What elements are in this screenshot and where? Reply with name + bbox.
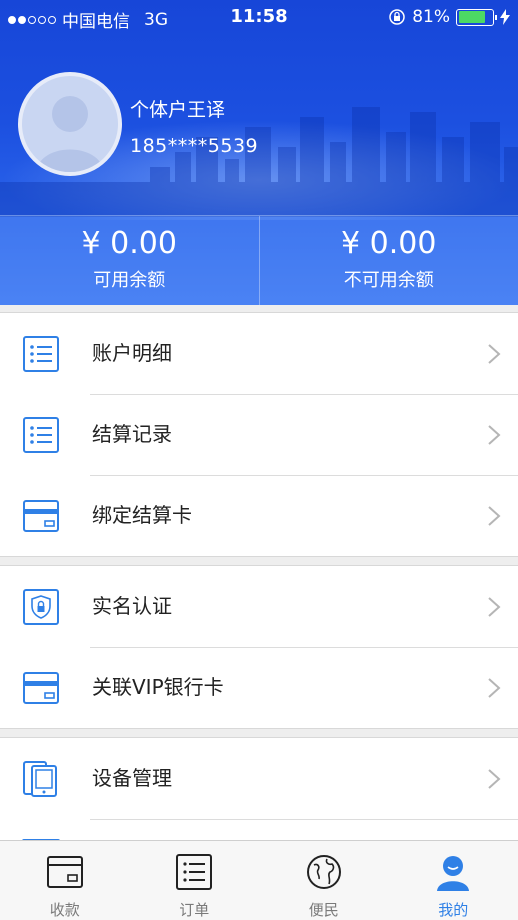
chevron-right-icon bbox=[488, 506, 501, 526]
shield-lock-icon bbox=[23, 589, 59, 625]
menu-item-label: 实名认证 bbox=[92, 594, 172, 618]
available-balance[interactable]: ¥ 0.00 可用余额 bbox=[0, 216, 259, 305]
list-doc-icon bbox=[176, 854, 213, 890]
chevron-right-icon bbox=[488, 678, 501, 698]
tab-mine[interactable]: 我的 bbox=[389, 841, 518, 920]
device-icon bbox=[23, 761, 57, 797]
tab-label: 订单 bbox=[179, 901, 210, 919]
list-icon bbox=[23, 417, 59, 453]
chevron-right-icon bbox=[488, 425, 501, 445]
menu-item-device-management[interactable]: 设备管理 bbox=[0, 738, 518, 819]
avatar[interactable] bbox=[18, 72, 122, 176]
menu-group-devices: 设备管理 bbox=[0, 737, 518, 847]
menu-item-account-details[interactable]: 账户明细 bbox=[0, 313, 518, 394]
status-right: 81% bbox=[388, 7, 510, 27]
menu-item-real-name-verification[interactable]: 实名认证 bbox=[0, 566, 518, 647]
menu-item-label: 设备管理 bbox=[92, 766, 172, 790]
menu-item-label: 结算记录 bbox=[92, 422, 172, 446]
status-bar: 中国电信 3G 11:58 81% bbox=[0, 0, 518, 34]
card-icon bbox=[23, 672, 59, 704]
menu-item-label: 绑定结算卡 bbox=[92, 503, 192, 527]
unavailable-balance[interactable]: ¥ 0.00 不可用余额 bbox=[258, 216, 518, 305]
menu-item-link-vip-bank-card[interactable]: 关联VIP银行卡 bbox=[0, 647, 518, 728]
tab-label: 收款 bbox=[49, 901, 80, 919]
user-icon bbox=[437, 856, 470, 891]
menu-group-verification: 实名认证 关联VIP银行卡 bbox=[0, 565, 518, 729]
menu-item-label: 账户明细 bbox=[92, 341, 172, 365]
profile-phone: 185****5539 bbox=[130, 135, 259, 157]
battery-percent: 81% bbox=[412, 7, 450, 27]
list-icon bbox=[23, 336, 59, 372]
menu-item-label: 关联VIP银行卡 bbox=[92, 675, 224, 699]
tab-label: 我的 bbox=[438, 901, 469, 919]
profile-header: 中国电信 3G 11:58 81% 个体户王译 185****5539 ¥ 0.… bbox=[0, 0, 518, 305]
menu-item-settlement-records[interactable]: 结算记录 bbox=[0, 394, 518, 475]
menu-item-bind-settlement-card[interactable]: 绑定结算卡 bbox=[0, 475, 518, 556]
tab-receive-payment[interactable]: 收款 bbox=[0, 841, 130, 920]
wallet-icon bbox=[46, 856, 83, 888]
chevron-right-icon bbox=[488, 597, 501, 617]
battery-icon bbox=[456, 8, 497, 26]
chevron-right-icon bbox=[488, 769, 501, 789]
balance-label: 可用余额 bbox=[93, 270, 166, 291]
bottom-tab-bar: 收款 订单 便民 我的 bbox=[0, 840, 518, 920]
tab-label: 便民 bbox=[308, 901, 339, 919]
charging-bolt-icon bbox=[500, 9, 510, 25]
profile-name: 个体户王译 bbox=[130, 99, 226, 121]
balance-amount: ¥ 0.00 bbox=[341, 226, 437, 261]
chevron-right-icon bbox=[488, 344, 501, 364]
balance-label: 不可用余额 bbox=[343, 270, 434, 291]
default-user-avatar-icon bbox=[36, 96, 104, 172]
tab-convenience[interactable]: 便民 bbox=[259, 841, 389, 920]
rotation-lock-icon bbox=[389, 9, 405, 25]
balance-amount: ¥ 0.00 bbox=[81, 226, 177, 261]
menu-group-account: 账户明细 结算记录 绑定结算卡 bbox=[0, 312, 518, 557]
tab-orders[interactable]: 订单 bbox=[130, 841, 260, 920]
card-icon bbox=[23, 500, 59, 532]
globe-icon bbox=[306, 855, 341, 889]
balance-summary: ¥ 0.00 可用余额 ¥ 0.00 不可用余额 bbox=[0, 215, 518, 305]
